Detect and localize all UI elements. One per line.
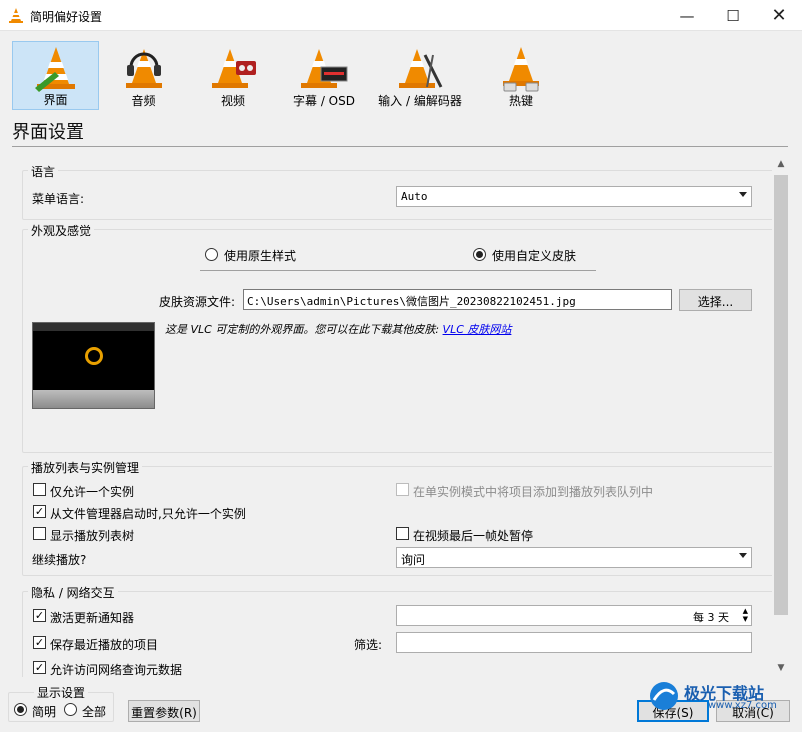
show-playlist-tree-label[interactable]: 显示播放列表树 — [50, 527, 134, 544]
vlc-cone-icon — [9, 8, 23, 23]
filter-label: 筛选: — [354, 638, 383, 652]
resume-playback-value: 询问 — [401, 553, 426, 567]
skin-website-link[interactable]: VLC 皮肤网站 — [443, 323, 512, 336]
category-input-codecs[interactable]: 输入 / 编解码器 — [370, 41, 470, 110]
pause-last-frame-label[interactable]: 在视频最后一帧处暂停 — [413, 527, 533, 544]
category-label: 音频 — [131, 94, 156, 108]
one-instance-fm-checkbox[interactable]: ✓ — [33, 505, 46, 518]
resume-playback-label: 继续播放? — [32, 553, 87, 567]
window-title: 简明偏好设置 — [30, 10, 103, 24]
simple-mode-radio[interactable] — [14, 703, 27, 716]
category-video[interactable]: 视频 — [188, 41, 278, 110]
maximize-icon: ☐ — [726, 6, 740, 25]
minimize-icon: — — [679, 6, 695, 25]
category-audio[interactable]: 音频 — [100, 41, 187, 110]
aurora-logo-icon — [650, 682, 678, 710]
section-title: 界面设置 — [12, 122, 84, 143]
allow-metadata-label[interactable]: 允许访问网络查询元数据 — [50, 661, 182, 677]
filter-input[interactable] — [396, 632, 752, 653]
skin-preview-logo-icon — [85, 347, 103, 365]
chevron-down-icon — [739, 553, 747, 558]
scroll-down-arrow-icon[interactable]: ▼ — [772, 659, 790, 677]
minimize-button[interactable]: — — [664, 0, 710, 31]
save-recent-checkbox[interactable]: ✓ — [33, 636, 46, 649]
category-label: 输入 / 编解码器 — [378, 94, 462, 108]
category-label: 界面 — [43, 93, 68, 107]
enqueue-single-checkbox[interactable] — [396, 483, 409, 496]
category-hotkeys[interactable]: 热键 — [472, 41, 570, 110]
display-settings-title: 显示设置 — [34, 684, 89, 701]
category-label: 热键 — [508, 94, 533, 108]
video-cone-icon — [212, 49, 256, 88]
update-interval-value: 每 3 天 — [693, 611, 729, 624]
native-style-label[interactable]: 使用原生样式 — [224, 247, 296, 264]
allow-metadata-checkbox[interactable]: ✓ — [33, 661, 46, 674]
watermark-logo: 极光下载站 www.xz7.com — [648, 678, 798, 714]
language-group-title: 语言 — [28, 163, 59, 180]
section-divider — [12, 146, 788, 147]
one-instance-checkbox[interactable] — [33, 483, 46, 496]
resume-playback-select[interactable]: 询问 — [396, 547, 752, 568]
category-interface[interactable]: 界面 — [12, 41, 99, 110]
enqueue-single-label[interactable]: 在单实例模式中将项目添加到播放列表队列中 — [413, 483, 653, 500]
menu-language-label: 菜单语言: — [32, 192, 85, 206]
skin-file-label: 皮肤资源文件: — [159, 295, 236, 309]
pause-last-frame-checkbox[interactable] — [396, 527, 409, 540]
one-instance-fm-label[interactable]: 从文件管理器启动时,只允许一个实例 — [50, 505, 246, 522]
interface-cone-icon — [34, 47, 75, 92]
vertical-scrollbar[interactable]: ▲ ▼ — [772, 155, 790, 677]
all-mode-radio[interactable] — [64, 703, 77, 716]
skin-note-text: 这是 VLC 可定制的外观界面。您可以在此下载其他皮肤: — [165, 323, 440, 336]
playlist-group-title: 播放列表与实例管理 — [28, 459, 143, 476]
save-recent-label[interactable]: 保存最近播放的项目 — [50, 636, 158, 653]
custom-skin-label[interactable]: 使用自定义皮肤 — [492, 247, 576, 264]
reset-preferences-button[interactable]: 重置参数(R) — [128, 700, 200, 722]
audio-cone-headphones-icon — [125, 49, 162, 88]
menu-language-value: Auto — [401, 190, 428, 203]
title-bar: 简明偏好设置 — ☐ ✕ — [0, 0, 802, 31]
category-bar: 界面 音频 视频 字幕 / OSD 输入 / 编解码器 热键 — [0, 32, 802, 112]
input-codecs-cone-icon — [399, 49, 443, 88]
look-and-feel-group-title: 外观及感觉 — [28, 222, 95, 239]
watermark-url: www.xz7.com — [708, 700, 777, 711]
skin-preview-controls — [33, 390, 154, 408]
subtitles-cone-icon — [301, 49, 348, 88]
one-instance-label[interactable]: 仅允许一个实例 — [50, 483, 134, 500]
close-button[interactable]: ✕ — [756, 0, 802, 31]
menu-language-select[interactable]: Auto — [396, 186, 752, 207]
skin-file-input[interactable]: C:\Users\admin\Pictures\微信图片_20230822102… — [243, 289, 672, 310]
style-divider — [200, 270, 596, 271]
choose-skin-button[interactable]: 选择... — [679, 289, 752, 311]
update-notifier-label[interactable]: 激活更新通知器 — [50, 609, 134, 626]
skin-note: 这是 VLC 可定制的外观界面。您可以在此下载其他皮肤: VLC 皮肤网站 — [165, 321, 511, 337]
all-mode-label[interactable]: 全部 — [82, 703, 106, 720]
chevron-down-icon — [739, 192, 747, 197]
custom-skin-radio[interactable] — [473, 248, 486, 261]
scrollbar-thumb[interactable] — [774, 175, 788, 615]
category-label: 视频 — [220, 94, 245, 108]
settings-scroll-area: 语言 菜单语言: Auto 外观及感觉 使用原生样式 使用自定义皮肤 皮肤资源文… — [10, 155, 790, 677]
category-label: 字幕 / OSD — [293, 94, 355, 108]
privacy-group-title: 隐私 / 网络交互 — [28, 584, 118, 601]
simple-mode-label[interactable]: 简明 — [32, 703, 56, 720]
update-interval-spinbox[interactable]: 每 3 天 ▲ ▼ — [396, 605, 752, 626]
spin-arrows-icon[interactable]: ▲ ▼ — [743, 607, 748, 623]
hotkeys-cone-icon — [503, 47, 539, 92]
maximize-button[interactable]: ☐ — [710, 0, 756, 31]
close-icon: ✕ — [771, 5, 787, 26]
update-notifier-checkbox[interactable]: ✓ — [33, 609, 46, 622]
skin-file-value: C:\Users\admin\Pictures\微信图片_20230822102… — [247, 295, 576, 308]
skin-preview-titlebar — [33, 323, 154, 331]
show-playlist-tree-checkbox[interactable] — [33, 527, 46, 540]
skin-preview-image — [32, 322, 155, 409]
scroll-up-arrow-icon[interactable]: ▲ — [772, 155, 790, 173]
category-subtitles-osd[interactable]: 字幕 / OSD — [279, 41, 369, 110]
native-style-radio[interactable] — [205, 248, 218, 261]
